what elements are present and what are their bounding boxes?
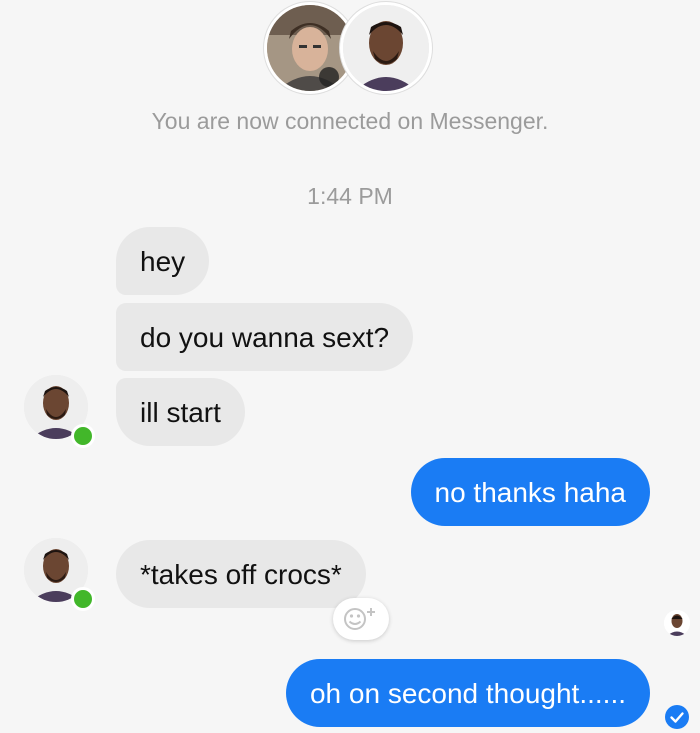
- message-bubble-incoming[interactable]: *takes off crocs*: [116, 540, 366, 608]
- add-reaction-button[interactable]: [333, 598, 389, 640]
- participant-avatar-2[interactable]: [340, 2, 432, 94]
- smiley-plus-icon: [344, 608, 375, 630]
- seen-indicator-avatar: [664, 610, 690, 636]
- message-bubble-incoming[interactable]: ill start: [116, 378, 245, 446]
- person-photo-icon: [664, 610, 690, 636]
- timestamp: 1:44 PM: [307, 183, 393, 209]
- participants-header: [262, 2, 438, 94]
- message-bubble-incoming[interactable]: hey: [116, 227, 210, 295]
- person-photo-icon: [343, 5, 429, 91]
- message-bubble-outgoing[interactable]: no thanks haha: [410, 458, 650, 526]
- message-bubble-outgoing[interactable]: oh on second thought......: [285, 659, 650, 727]
- message-bubble-incoming[interactable]: do you wanna sext?: [116, 303, 414, 371]
- online-status-dot: [71, 587, 95, 611]
- online-status-dot: [71, 424, 95, 448]
- messenger-conversation: You are now connected on Messenger. 1:44…: [0, 0, 700, 733]
- check-circle-icon: [664, 704, 690, 730]
- connection-notice: You are now connected on Messenger.: [151, 108, 549, 134]
